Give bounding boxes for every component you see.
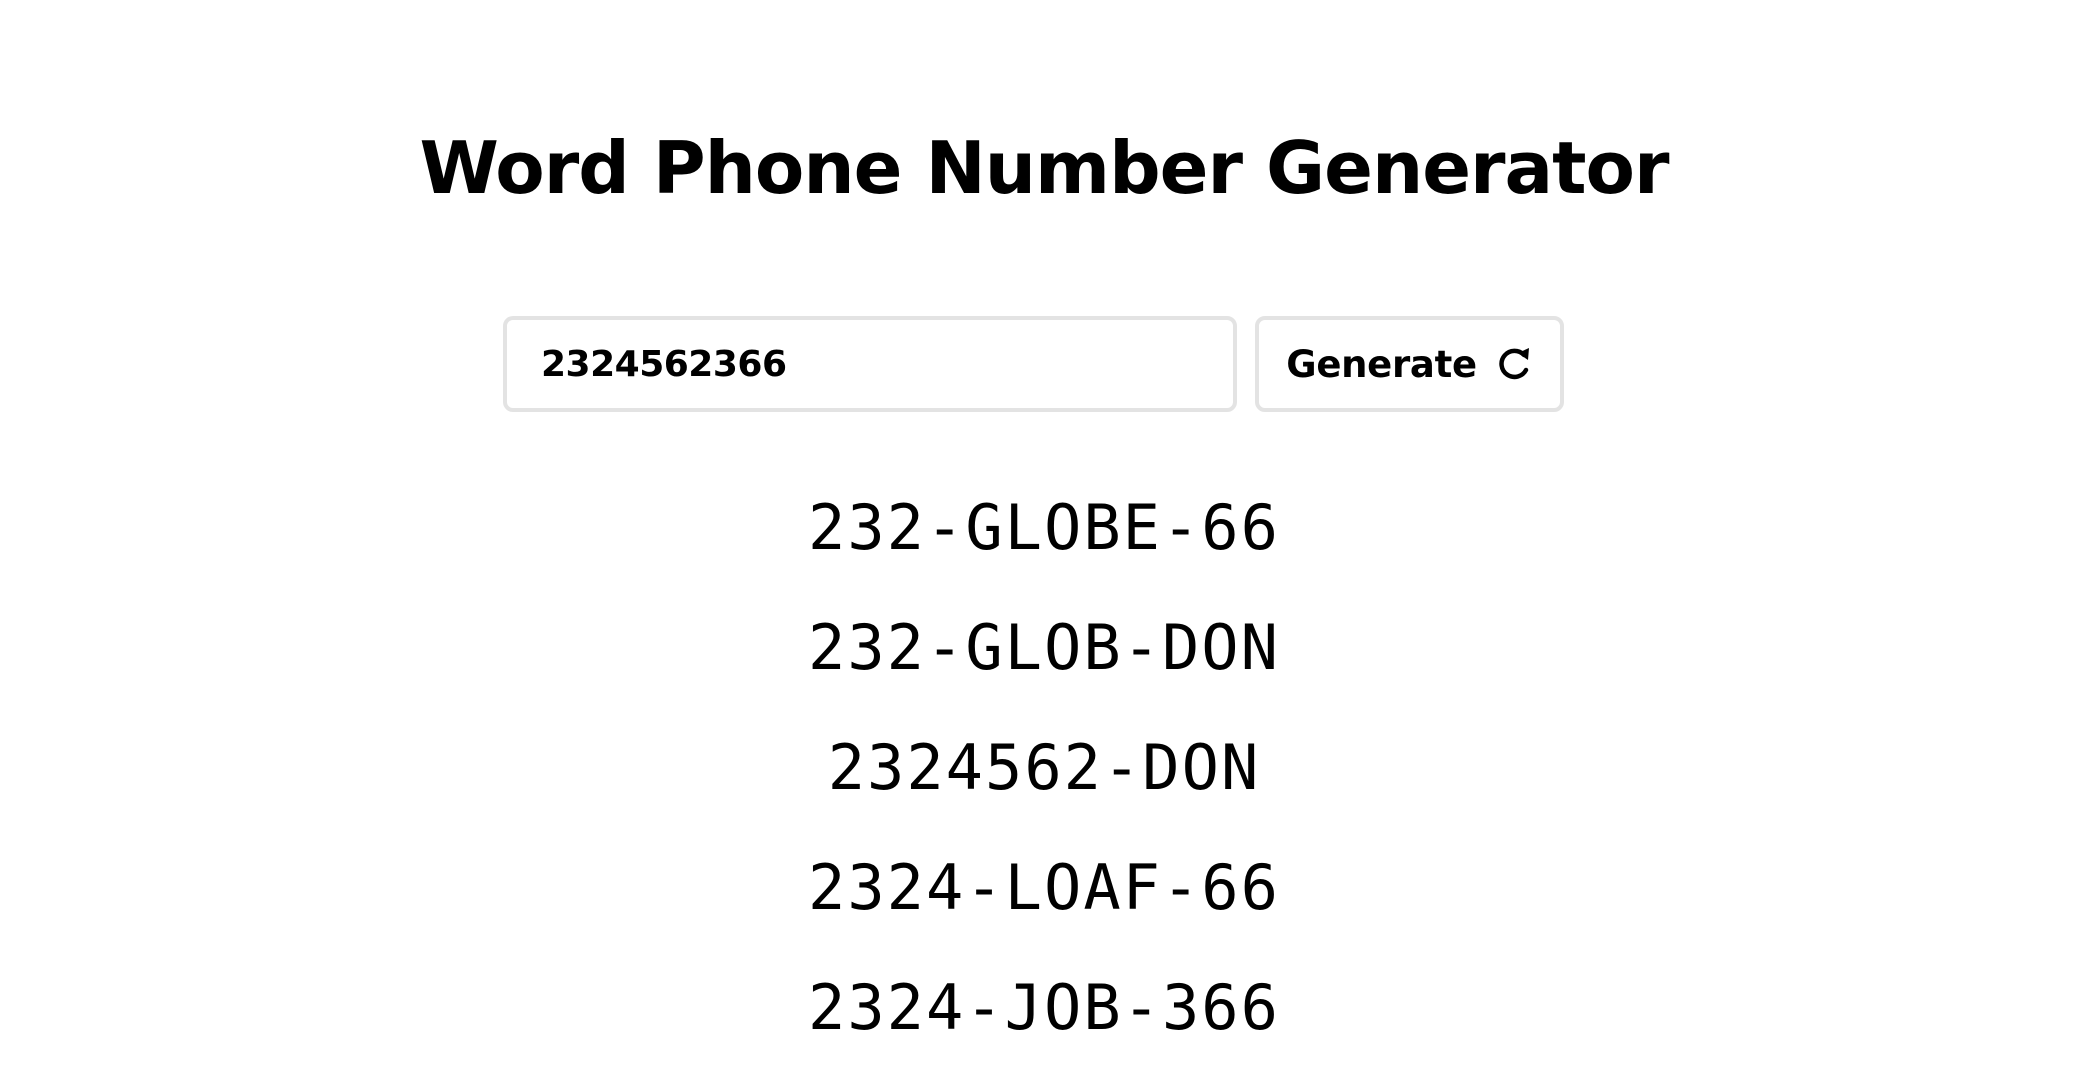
result-item: 2324562-DON <box>827 731 1261 804</box>
result-item: 232-GLOBE-66 <box>808 491 1280 564</box>
page-title: Word Phone Number Generator <box>419 126 1669 210</box>
phone-number-input[interactable] <box>503 316 1237 412</box>
result-item: 2324-JOB-366 <box>808 971 1280 1044</box>
results-list: 232-GLOBE-66 232-GLOB-DON 2324562-DON 23… <box>0 480 2088 1080</box>
result-item: 2324-LOAF-66 <box>808 851 1280 924</box>
generate-button-label: Generate <box>1286 342 1477 386</box>
generator-form: Generate <box>503 316 1564 412</box>
generate-button[interactable]: Generate <box>1255 316 1564 412</box>
result-item: 232-GLOB-DON <box>808 611 1280 684</box>
refresh-icon <box>1493 344 1533 384</box>
